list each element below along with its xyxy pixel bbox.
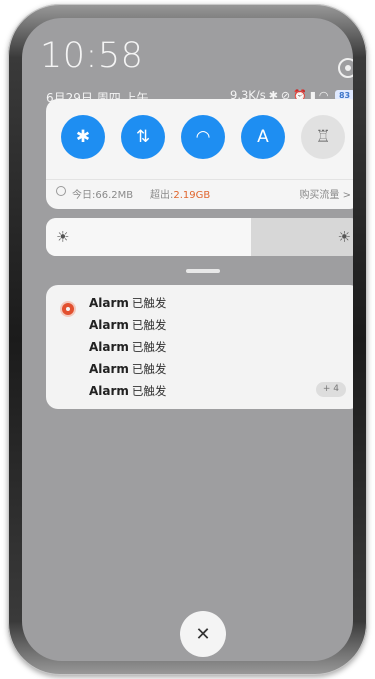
settings-gear-icon[interactable]: [338, 58, 353, 78]
alarm-clock-icon: [62, 303, 74, 315]
wifi-icon: ◠: [195, 127, 211, 147]
sun-low-icon: ☀: [56, 228, 70, 246]
mobile-data-toggle[interactable]: ⇅: [121, 115, 165, 159]
data-over: 超出:2.19GB: [150, 190, 211, 201]
mobile-data-icon: ⇅: [135, 127, 151, 147]
alarm-notification[interactable]: Alarm 已触发 Alarm 已触发 Alarm 已触发 Alarm 已触发 Alar…: [46, 285, 353, 409]
brightness-fill: [46, 218, 251, 256]
flashlight-toggle[interactable]: ♖: [301, 115, 345, 159]
notification-line: Alarm 已触发: [89, 340, 167, 354]
drag-handle[interactable]: [186, 269, 220, 273]
notification-line: Alarm 已触发: [89, 296, 167, 310]
clear-notifications-button[interactable]: ✕: [180, 611, 226, 657]
phone-frame: 10:58 6月29日 周四 上午 9.3K/s ✱ ⊘ ⏰ ▮ ◠ 83 ✱ …: [8, 4, 367, 675]
notification-line: Alarm 已触发: [89, 318, 167, 332]
brightness-slider[interactable]: ☀ ☀: [46, 218, 353, 256]
bluetooth-toggle[interactable]: ✱: [61, 115, 105, 159]
data-today: 今日:66.2MB: [72, 190, 134, 201]
quick-settings-panel: ✱ ⇅ ◠ A ♖ 今日:66.2MB 超出:2.19GB 购买流量 >: [46, 99, 353, 209]
more-count-badge[interactable]: + 4: [315, 382, 346, 397]
bluetooth-icon: ✱: [75, 127, 91, 147]
notification-line: Alarm 已触发: [89, 362, 167, 376]
wifi-toggle[interactable]: ◠: [181, 115, 225, 159]
notification-shade: 10:58 6月29日 周四 上午 9.3K/s ✱ ⊘ ⏰ ▮ ◠ 83 ✱ …: [22, 18, 353, 661]
clock: 10:58: [40, 36, 144, 76]
buy-data-link[interactable]: 购买流量 >: [299, 186, 351, 201]
data-usage-row: 今日:66.2MB 超出:2.19GB 购买流量 >: [46, 179, 353, 202]
close-icon: ✕: [195, 623, 211, 645]
data-usage-icon: [56, 186, 66, 196]
sun-high-icon: ☀: [337, 228, 351, 246]
notification-line: Alarm 已触发: [89, 384, 167, 398]
auto-brightness-icon: A: [257, 127, 269, 147]
flashlight-icon: ♖: [315, 127, 331, 147]
auto-brightness-toggle[interactable]: A: [241, 115, 285, 159]
